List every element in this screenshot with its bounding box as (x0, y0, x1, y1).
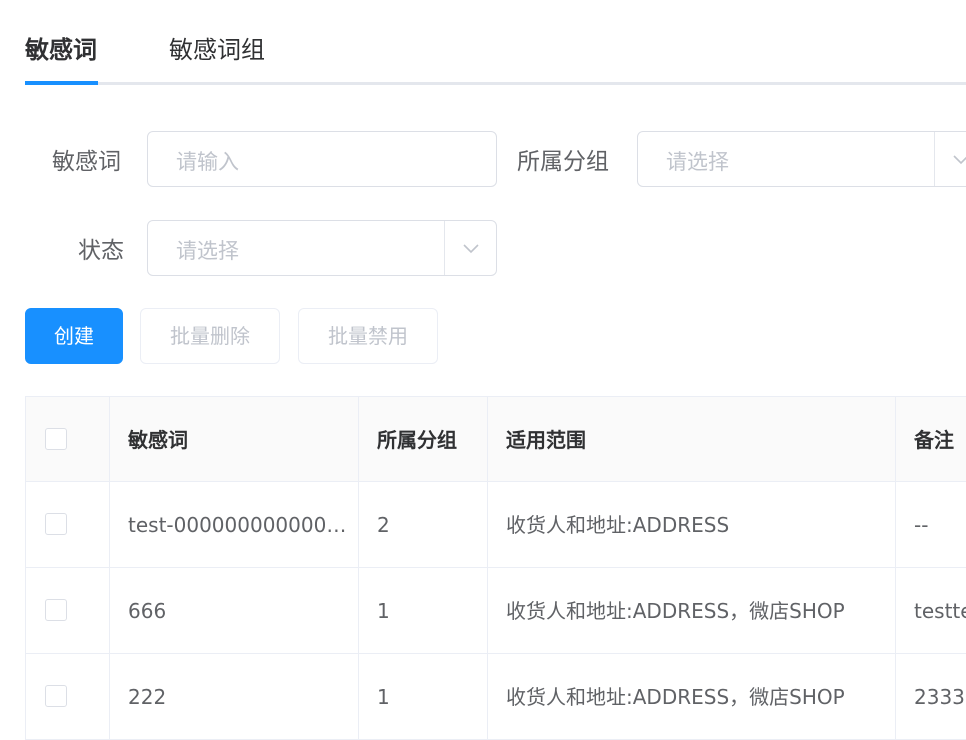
keyword-placeholder: 请输入 (176, 150, 239, 174)
row-checkbox[interactable] (45, 513, 67, 535)
active-tab-indicator (25, 81, 98, 85)
tab-bar-divider (25, 82, 966, 85)
cell-group: 1 (359, 568, 488, 654)
table-header-row: 敏感词 所属分组 适用范围 备注 (25, 396, 966, 483)
select-all-checkbox[interactable] (45, 428, 67, 450)
create-button[interactable]: 创建 (25, 308, 123, 364)
row-checkbox-cell (25, 654, 110, 740)
tab-bar: 敏感词 敏感词组 (25, 0, 966, 86)
cell-scope: 收货人和地址:ADDRESS，微店SHOP (488, 568, 896, 654)
row-checkbox[interactable] (45, 685, 67, 707)
group-select[interactable]: 请选择 (637, 131, 966, 187)
group-select-divider (934, 132, 935, 186)
header-checkbox-cell (25, 397, 110, 483)
cell-remark: testte (914, 599, 966, 623)
group-placeholder: 请选择 (666, 150, 729, 174)
table-row: 222 1 收货人和地址:ADDRESS，微店SHOP 23333 (25, 654, 966, 740)
status-select-divider (444, 221, 445, 275)
status-label: 状态 (78, 238, 124, 264)
cell-group: 1 (359, 654, 488, 740)
cell-remark: -- (914, 513, 929, 537)
tab-sensitive-words[interactable]: 敏感词 (25, 33, 97, 67)
cell-word: 666 (110, 568, 359, 654)
header-remark: 备注 (914, 428, 954, 452)
batch-delete-button[interactable]: 批量删除 (140, 308, 280, 364)
cell-remark: 23333 (914, 685, 966, 709)
batch-disable-button[interactable]: 批量禁用 (298, 308, 438, 364)
cell-group: 2 (359, 482, 488, 568)
chevron-down-icon[interactable] (952, 152, 966, 166)
header-group: 所属分组 (359, 397, 488, 483)
cell-scope: 收货人和地址:ADDRESS，微店SHOP (488, 654, 896, 740)
cell-word: 222 (110, 654, 359, 740)
row-checkbox-cell (25, 568, 110, 654)
header-word: 敏感词 (110, 397, 359, 483)
keyword-label: 敏感词 (52, 149, 121, 175)
header-scope: 适用范围 (488, 397, 896, 483)
keyword-input[interactable]: 请输入 (147, 131, 497, 187)
row-checkbox[interactable] (45, 599, 67, 621)
table-row: test-0000000000000... 2 收货人和地址:ADDRESS -… (25, 482, 966, 568)
row-checkbox-cell (25, 482, 110, 568)
status-select[interactable]: 请选择 (147, 220, 497, 276)
tab-sensitive-word-groups[interactable]: 敏感词组 (169, 33, 265, 67)
chevron-down-icon[interactable] (462, 241, 480, 255)
cell-scope: 收货人和地址:ADDRESS (488, 482, 896, 568)
table-row: 666 1 收货人和地址:ADDRESS，微店SHOP testte (25, 568, 966, 654)
status-placeholder: 请选择 (176, 239, 239, 263)
cell-word: test-0000000000000... (110, 482, 359, 568)
group-label: 所属分组 (517, 149, 609, 175)
